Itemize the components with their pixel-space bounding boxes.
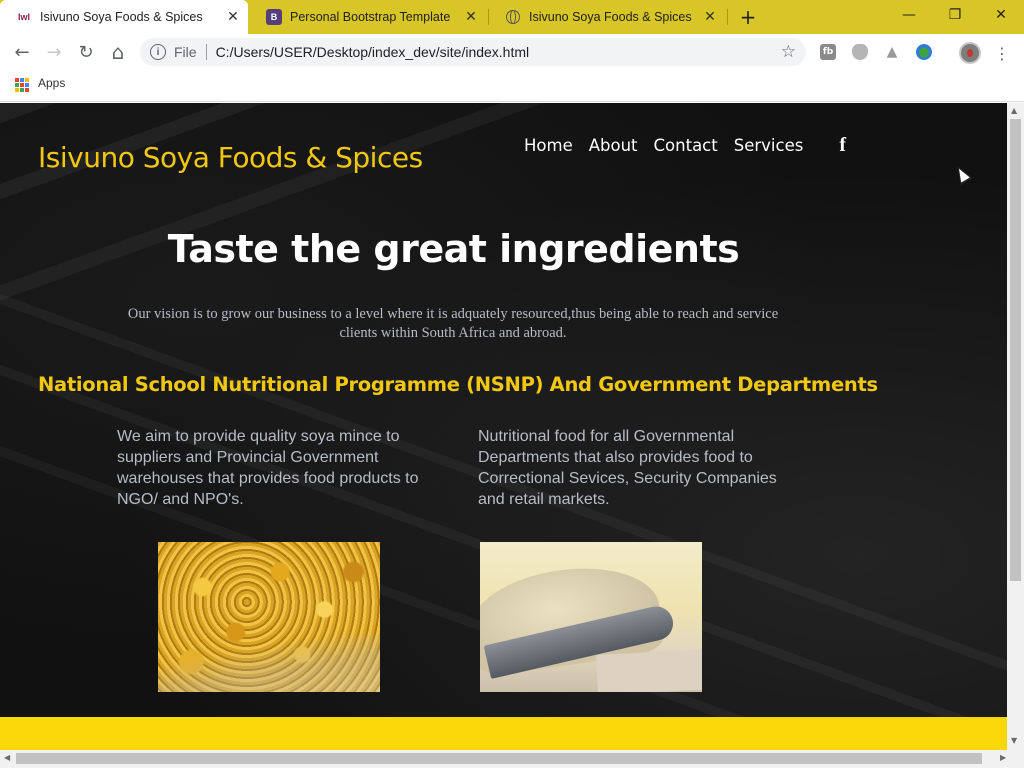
hero-title: Taste the great ingredients	[167, 227, 740, 271]
site-brand[interactable]: Isivuno Soya Foods & Spices	[38, 141, 423, 174]
scroll-up-icon[interactable]: ▲	[1011, 106, 1017, 115]
shield-extension-icon[interactable]	[852, 44, 868, 60]
soya-mince-image	[158, 542, 380, 692]
url-divider	[205, 44, 207, 60]
horizontal-scroll-thumb[interactable]	[16, 753, 982, 764]
vertical-scroll-thumb[interactable]	[1010, 119, 1021, 581]
site-logo-icon: Iwl	[17, 12, 30, 22]
browser-toolbar: ← → ↻ ⌂ i File C:/Users/USER/Desktop/ind…	[0, 34, 1024, 70]
horizontal-scrollbar[interactable]: ◀ ▶	[0, 750, 1024, 768]
column-text-right: Nutritional food for all Governmental De…	[478, 428, 777, 508]
facebook-icon[interactable]: f	[839, 134, 846, 157]
nav-about[interactable]: About	[589, 136, 638, 155]
reload-button[interactable]: ↻	[72, 38, 100, 66]
scroll-left-icon[interactable]: ◀	[4, 753, 10, 762]
info-icon[interactable]: i	[150, 44, 166, 60]
nav-services[interactable]: Services	[734, 136, 804, 155]
address-bar[interactable]: i File C:/Users/USER/Desktop/index_dev/s…	[140, 38, 806, 66]
tab-isivuno-2[interactable]: Isivuno Soya Foods & Spices ✕	[489, 0, 725, 34]
profile-avatar[interactable]	[959, 42, 981, 64]
drive-extension-icon[interactable]: ▲	[884, 44, 900, 60]
close-icon[interactable]: ✕	[462, 8, 480, 26]
close-icon[interactable]: ✕	[701, 8, 719, 26]
nav-home[interactable]: Home	[524, 136, 573, 155]
close-icon[interactable]: ✕	[224, 8, 242, 26]
url-text[interactable]: C:/Users/USER/Desktop/index_dev/site/ind…	[216, 44, 781, 60]
minimize-button[interactable]: —	[886, 0, 932, 30]
scroll-down-icon[interactable]: ▼	[1011, 736, 1017, 745]
browser-menu-icon[interactable]: ⋮	[992, 42, 1012, 64]
apps-bookmark[interactable]: Apps	[38, 76, 65, 90]
close-window-button[interactable]: ✕	[978, 0, 1024, 30]
home-button[interactable]: ⌂	[104, 38, 132, 66]
fb-extension-icon[interactable]: fb	[820, 44, 836, 60]
tab-isivuno-active[interactable]: Iwl Isivuno Soya Foods & Spices ✕	[0, 0, 248, 34]
site-nav: Home About Contact Services f	[524, 134, 846, 157]
tab-title: Isivuno Soya Foods & Spices	[40, 10, 203, 24]
nav-contact[interactable]: Contact	[654, 136, 718, 155]
tab-divider	[727, 9, 728, 25]
soya-flour-image	[480, 542, 702, 692]
url-scheme: File	[174, 44, 197, 60]
tab-bootstrap[interactable]: B Personal Bootstrap Template ✕	[250, 0, 486, 34]
forward-button[interactable]: →	[40, 38, 68, 66]
section-title: National School Nutritional Programme (N…	[38, 373, 878, 396]
restore-button[interactable]: ❐	[932, 0, 978, 30]
vision-statement: Our vision is to grow our business to a …	[127, 306, 779, 341]
new-tab-button[interactable]: +	[737, 5, 759, 29]
footer-band	[0, 717, 1007, 750]
bookmarks-bar	[0, 70, 1024, 102]
tab-title: Personal Bootstrap Template	[290, 10, 451, 24]
globe-extension-icon[interactable]: ●	[916, 44, 932, 60]
bootstrap-icon: B	[266, 9, 282, 25]
web-page: Isivuno Soya Foods & Spices Home About C…	[0, 103, 1007, 750]
tab-title: Isivuno Soya Foods & Spices	[529, 10, 692, 24]
vertical-scrollbar[interactable]: ▲ ▼	[1007, 103, 1024, 750]
column-text-left: We aim to provide quality soya mince to …	[117, 428, 419, 508]
back-button[interactable]: ←	[8, 38, 36, 66]
apps-grid-icon[interactable]	[15, 78, 29, 92]
scroll-right-icon[interactable]: ▶	[1000, 753, 1006, 762]
globe-icon	[505, 9, 521, 25]
bookmark-star-icon[interactable]: ☆	[781, 42, 796, 62]
tab-strip: Iwl Isivuno Soya Foods & Spices ✕ B Pers…	[0, 0, 1024, 34]
